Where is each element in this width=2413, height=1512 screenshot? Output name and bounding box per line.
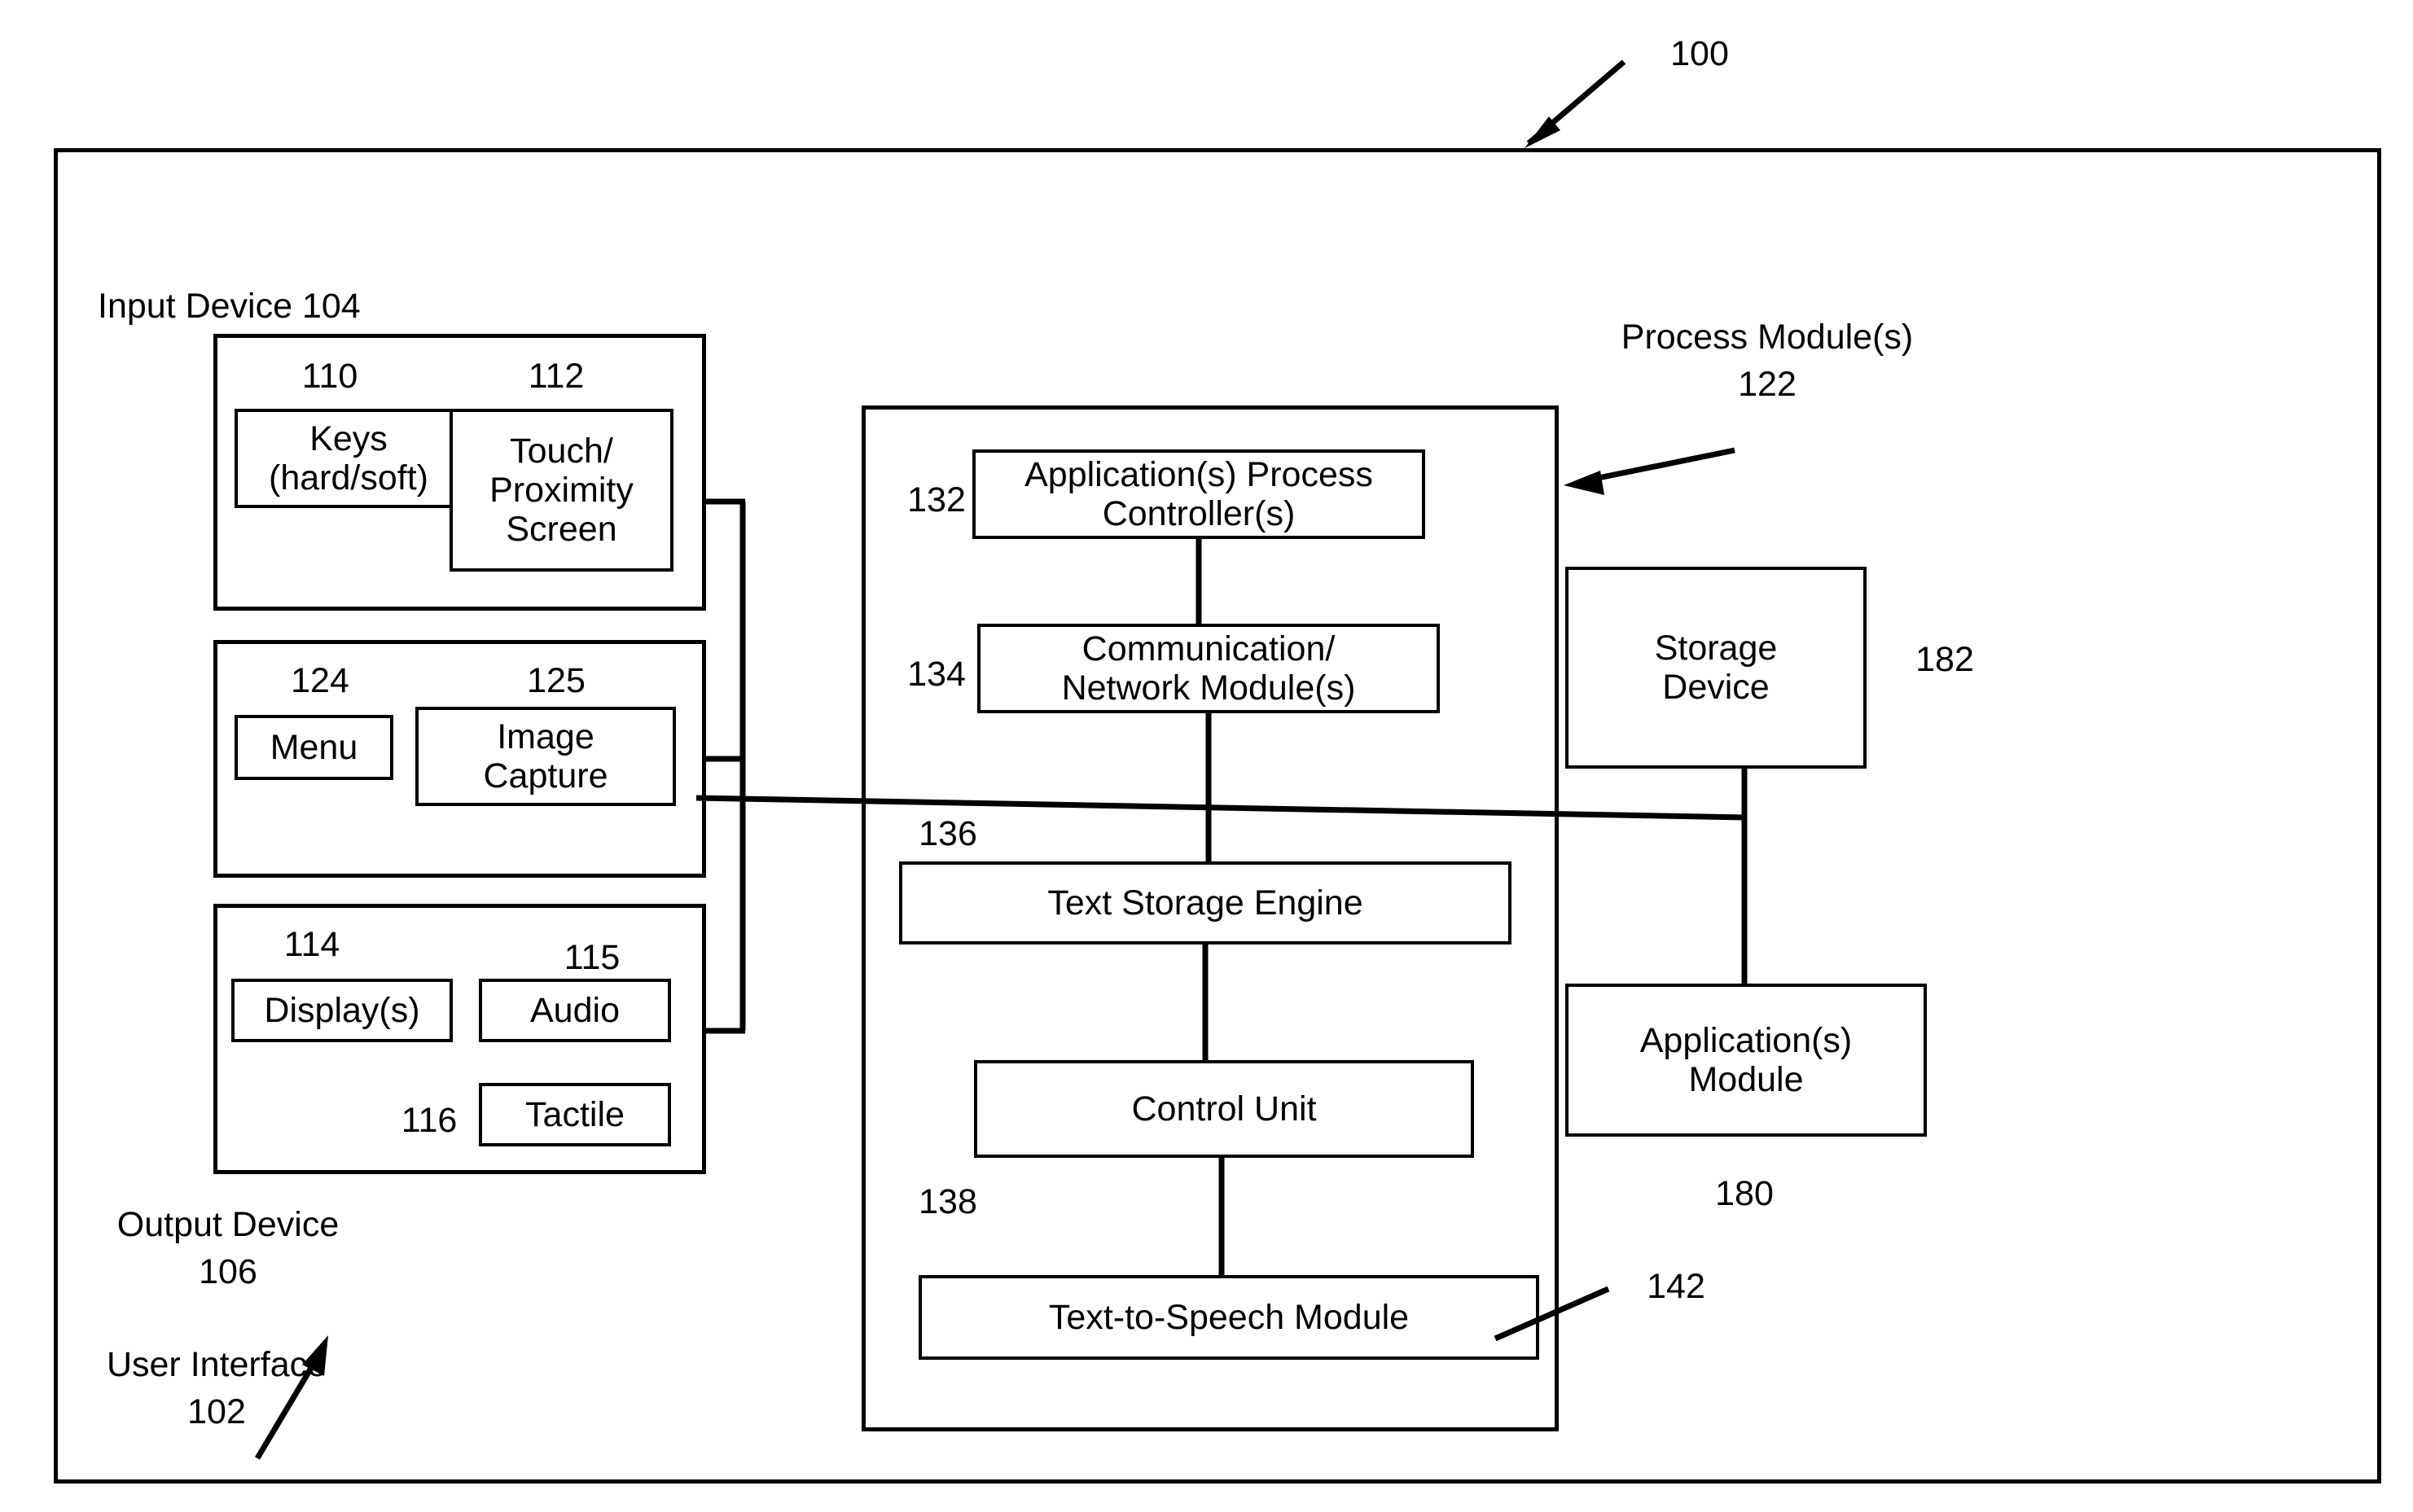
process-module-label-line2: 122 <box>1738 365 1797 404</box>
image-capture-line1: Image <box>497 717 594 756</box>
menu-box[interactable]: Menu <box>235 715 393 780</box>
tactile-box[interactable]: Tactile <box>479 1083 671 1146</box>
menu-label: Menu <box>270 727 358 767</box>
applications-module-line2: Module <box>1688 1060 1804 1099</box>
storage-device-line2: Device <box>1662 668 1770 707</box>
patent-figure-canvas: Input Device 104 110 112 Keys (hard/soft… <box>0 0 2413 1512</box>
control-unit-label: Control Unit <box>1131 1089 1317 1129</box>
leader-100 <box>1525 59 1626 148</box>
comm-line1: Communication/ <box>1081 629 1336 668</box>
comm-line2: Network Module(s) <box>1061 668 1356 708</box>
keys-label-line2: (hard/soft) <box>269 458 428 497</box>
audio-box[interactable]: Audio <box>479 979 671 1042</box>
output-device-label-line2: 106 <box>199 1252 257 1291</box>
text-storage-engine-box[interactable]: Text Storage Engine <box>899 861 1511 944</box>
ref-136: 136 <box>919 814 977 853</box>
ref-100: 100 <box>1670 34 1729 73</box>
text-to-speech-module-box[interactable]: Text-to-Speech Module <box>919 1275 1539 1360</box>
app-controller-line1: Application(s) Process <box>1024 454 1373 494</box>
applications-module-box[interactable]: Application(s) Module <box>1565 984 1927 1137</box>
text-storage-engine-label: Text Storage Engine <box>1047 883 1363 923</box>
keys-box[interactable]: Keys (hard/soft) <box>235 409 463 508</box>
storage-device-line1: Storage <box>1654 628 1778 668</box>
ref-142: 142 <box>1647 1267 1705 1306</box>
touch-proximity-screen-box[interactable]: Touch/ Proximity Screen <box>450 409 673 572</box>
displays-box[interactable]: Display(s) <box>231 979 453 1042</box>
control-unit-box[interactable]: Control Unit <box>974 1060 1474 1158</box>
image-capture-line2: Capture <box>483 756 608 795</box>
text-to-speech-label: Text-to-Speech Module <box>1048 1297 1410 1337</box>
ref-182: 182 <box>1915 640 1974 679</box>
user-interface-label-line2: 102 <box>187 1392 246 1431</box>
applications-module-line1: Application(s) <box>1639 1020 1853 1060</box>
touch-label-line2: Proximity <box>489 470 634 510</box>
keys-label-line1: Keys <box>309 419 388 458</box>
storage-device-box[interactable]: Storage Device <box>1565 567 1867 769</box>
ref-180: 180 <box>1715 1174 1774 1213</box>
touch-label-line3: Screen <box>506 510 617 550</box>
tactile-label: Tactile <box>525 1094 625 1134</box>
user-interface-label-line1: User Interface <box>106 1345 327 1384</box>
ref-134: 134 <box>907 655 966 694</box>
ref-115: 115 <box>564 938 621 977</box>
input-device-label: Input Device 104 <box>98 287 361 326</box>
output-device-label-line1: Output Device <box>116 1205 340 1244</box>
ref-124: 124 <box>291 661 349 700</box>
application-process-controller-box[interactable]: Application(s) Process Controller(s) <box>972 449 1425 539</box>
image-capture-box[interactable]: Image Capture <box>415 707 676 806</box>
displays-label: Display(s) <box>264 990 420 1030</box>
ref-132: 132 <box>907 480 966 519</box>
ref-114: 114 <box>283 925 340 964</box>
ref-110: 110 <box>301 357 358 396</box>
process-module-label-line1: Process Module(s) <box>1621 318 1914 357</box>
ref-138: 138 <box>919 1182 977 1221</box>
communication-network-module-box[interactable]: Communication/ Network Module(s) <box>977 624 1440 713</box>
ref-116: 116 <box>401 1101 458 1140</box>
ref-125: 125 <box>527 661 586 700</box>
touch-label-line1: Touch/ <box>510 431 613 471</box>
app-controller-line2: Controller(s) <box>1102 494 1296 533</box>
ref-112: 112 <box>528 357 585 396</box>
audio-label: Audio <box>530 990 620 1030</box>
